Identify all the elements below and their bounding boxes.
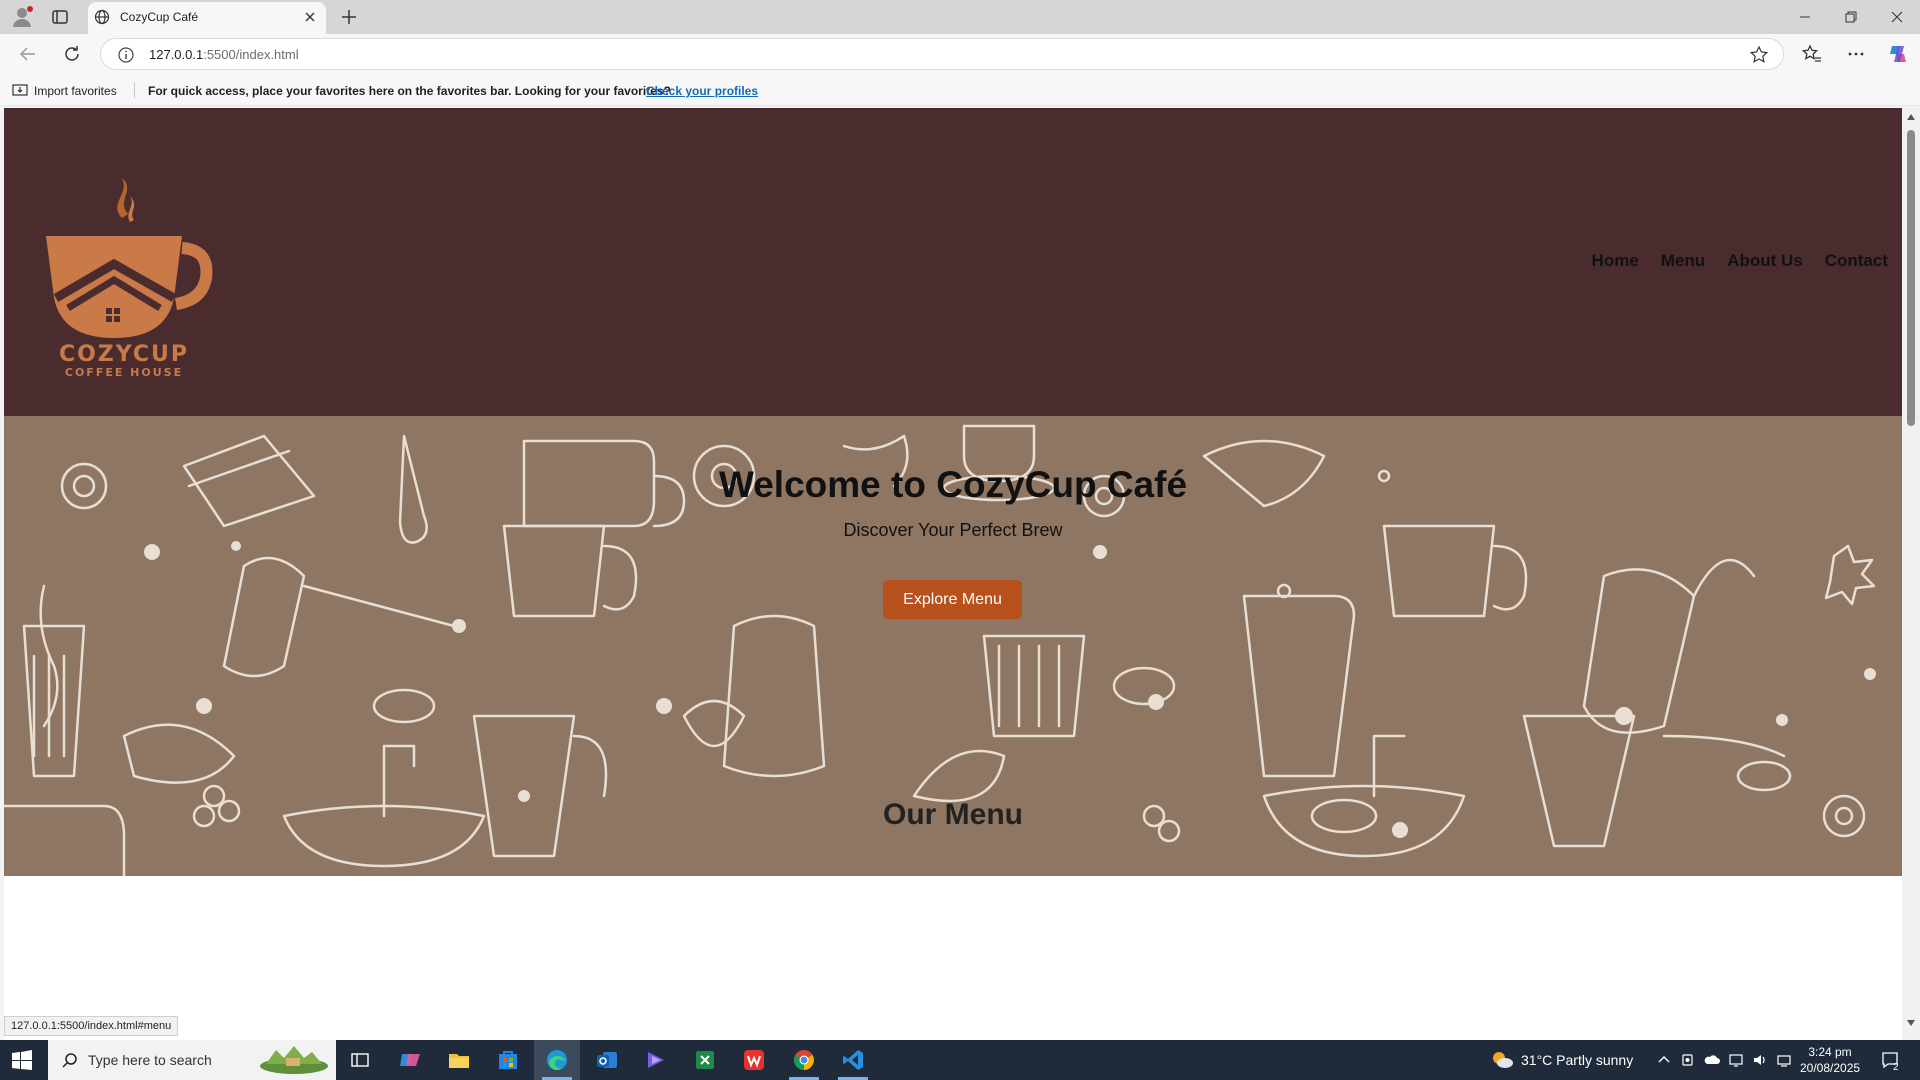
chevron-up-icon[interactable] <box>1656 1052 1672 1068</box>
page-viewport: COZYCUP COFFEE HOUSE Home Menu About Us … <box>4 108 1902 1040</box>
security-icon[interactable] <box>1728 1052 1744 1068</box>
search-highlight-art <box>258 1044 330 1076</box>
scroll-down-arrow-icon[interactable] <box>1907 1020 1915 1026</box>
favorite-star-icon[interactable] <box>1749 45 1769 65</box>
site-nav: Home Menu About Us Contact <box>1592 251 1888 271</box>
onedrive-icon[interactable] <box>1704 1052 1720 1068</box>
edge-icon[interactable] <box>545 1048 569 1072</box>
copilot-icon[interactable] <box>1886 42 1910 66</box>
outlook-icon[interactable] <box>595 1048 619 1072</box>
import-favorites-icon <box>12 83 28 97</box>
clock-time: 3:24 pm <box>1808 1045 1852 1059</box>
our-menu-heading: Our Menu <box>883 798 1023 831</box>
clipchamp-icon[interactable] <box>644 1048 668 1072</box>
url-text[interactable]: 127.0.0.1:5500/index.html <box>149 47 299 62</box>
new-tab-icon[interactable] <box>338 6 360 28</box>
favorites-icon[interactable] <box>1800 42 1824 66</box>
status-url-tooltip: 127.0.0.1:5500/index.html#menu <box>4 1016 179 1036</box>
hero-subtitle: Discover Your Perfect Brew <box>843 520 1063 540</box>
more-options-icon[interactable] <box>1844 42 1868 66</box>
vscode-icon[interactable] <box>841 1048 865 1072</box>
site-info-icon[interactable] <box>117 46 135 64</box>
scrollbar-thumb[interactable] <box>1907 130 1915 426</box>
logo-subtext: COFFEE HOUSE <box>65 366 183 378</box>
divider <box>134 82 135 98</box>
network-icon[interactable] <box>1776 1052 1792 1068</box>
notification-count: 2 <box>1893 1062 1899 1073</box>
microsoft-store-icon[interactable] <box>496 1048 520 1072</box>
refresh-icon[interactable] <box>60 42 84 66</box>
file-explorer-icon[interactable] <box>447 1048 471 1072</box>
logo-wordmark: COZYCUP <box>59 342 189 367</box>
copilot-app-icon[interactable] <box>398 1048 422 1072</box>
nav-menu[interactable]: Menu <box>1661 251 1705 271</box>
minimize-icon[interactable] <box>1782 0 1828 34</box>
windows-start-icon[interactable] <box>12 1050 32 1070</box>
browser-toolbar: 127.0.0.1:5500/index.html <box>0 34 1920 74</box>
nav-about-us[interactable]: About Us <box>1727 251 1803 271</box>
page-scrollbar[interactable] <box>1902 108 1920 1040</box>
search-placeholder: Type here to search <box>88 1052 212 1068</box>
hero-title: Welcome to CozyCup Café <box>718 464 1188 505</box>
url-host: 127.0.0.1 <box>149 47 204 62</box>
profile-notification-dot <box>27 6 33 12</box>
close-tab-icon[interactable] <box>302 9 318 25</box>
task-view-icon[interactable] <box>348 1048 372 1072</box>
site-header: COZYCUP COFFEE HOUSE Home Menu About Us … <box>4 108 1902 416</box>
favorites-message: For quick access, place your favorites h… <box>148 84 671 98</box>
close-window-icon[interactable] <box>1874 0 1920 34</box>
cozycup-logo[interactable]: COZYCUP COFFEE HOUSE <box>34 148 214 378</box>
excel-icon[interactable] <box>693 1048 717 1072</box>
tab-actions-icon[interactable] <box>48 5 72 29</box>
weather-text[interactable]: 31°C Partly sunny <box>1521 1052 1633 1068</box>
globe-icon <box>94 9 110 25</box>
meet-now-icon[interactable] <box>1680 1052 1696 1068</box>
tab-title: CozyCup Café <box>120 10 199 24</box>
taskbar-clock[interactable]: 3:24 pm 20/08/2025 <box>1800 1044 1860 1076</box>
clock-date: 20/08/2025 <box>1800 1061 1861 1075</box>
partly-sunny-icon[interactable] <box>1490 1050 1514 1070</box>
windows-taskbar: Type here to search 31°C Partly sunny 3:… <box>0 1040 1920 1080</box>
browser-title-bar: CozyCup Café <box>0 0 1920 34</box>
wps-office-icon[interactable] <box>742 1048 766 1072</box>
explore-menu-button[interactable]: Explore Menu <box>883 580 1022 619</box>
address-bar[interactable]: 127.0.0.1:5500/index.html <box>100 38 1784 70</box>
restore-icon[interactable] <box>1828 0 1874 34</box>
check-profiles-link[interactable]: Check your profiles <box>646 84 758 98</box>
chrome-icon[interactable] <box>792 1048 816 1072</box>
volume-icon[interactable] <box>1752 1052 1768 1068</box>
url-path: :5500/index.html <box>203 47 299 62</box>
nav-home[interactable]: Home <box>1592 251 1639 271</box>
favorites-bar: Import favorites For quick access, place… <box>0 74 1920 106</box>
search-icon <box>62 1052 78 1068</box>
taskbar-search-box[interactable]: Type here to search <box>48 1040 336 1080</box>
import-favorites-link[interactable]: Import favorites <box>34 84 117 98</box>
nav-contact[interactable]: Contact <box>1825 251 1888 271</box>
back-arrow-icon[interactable] <box>16 42 40 66</box>
scroll-up-arrow-icon[interactable] <box>1907 114 1915 120</box>
